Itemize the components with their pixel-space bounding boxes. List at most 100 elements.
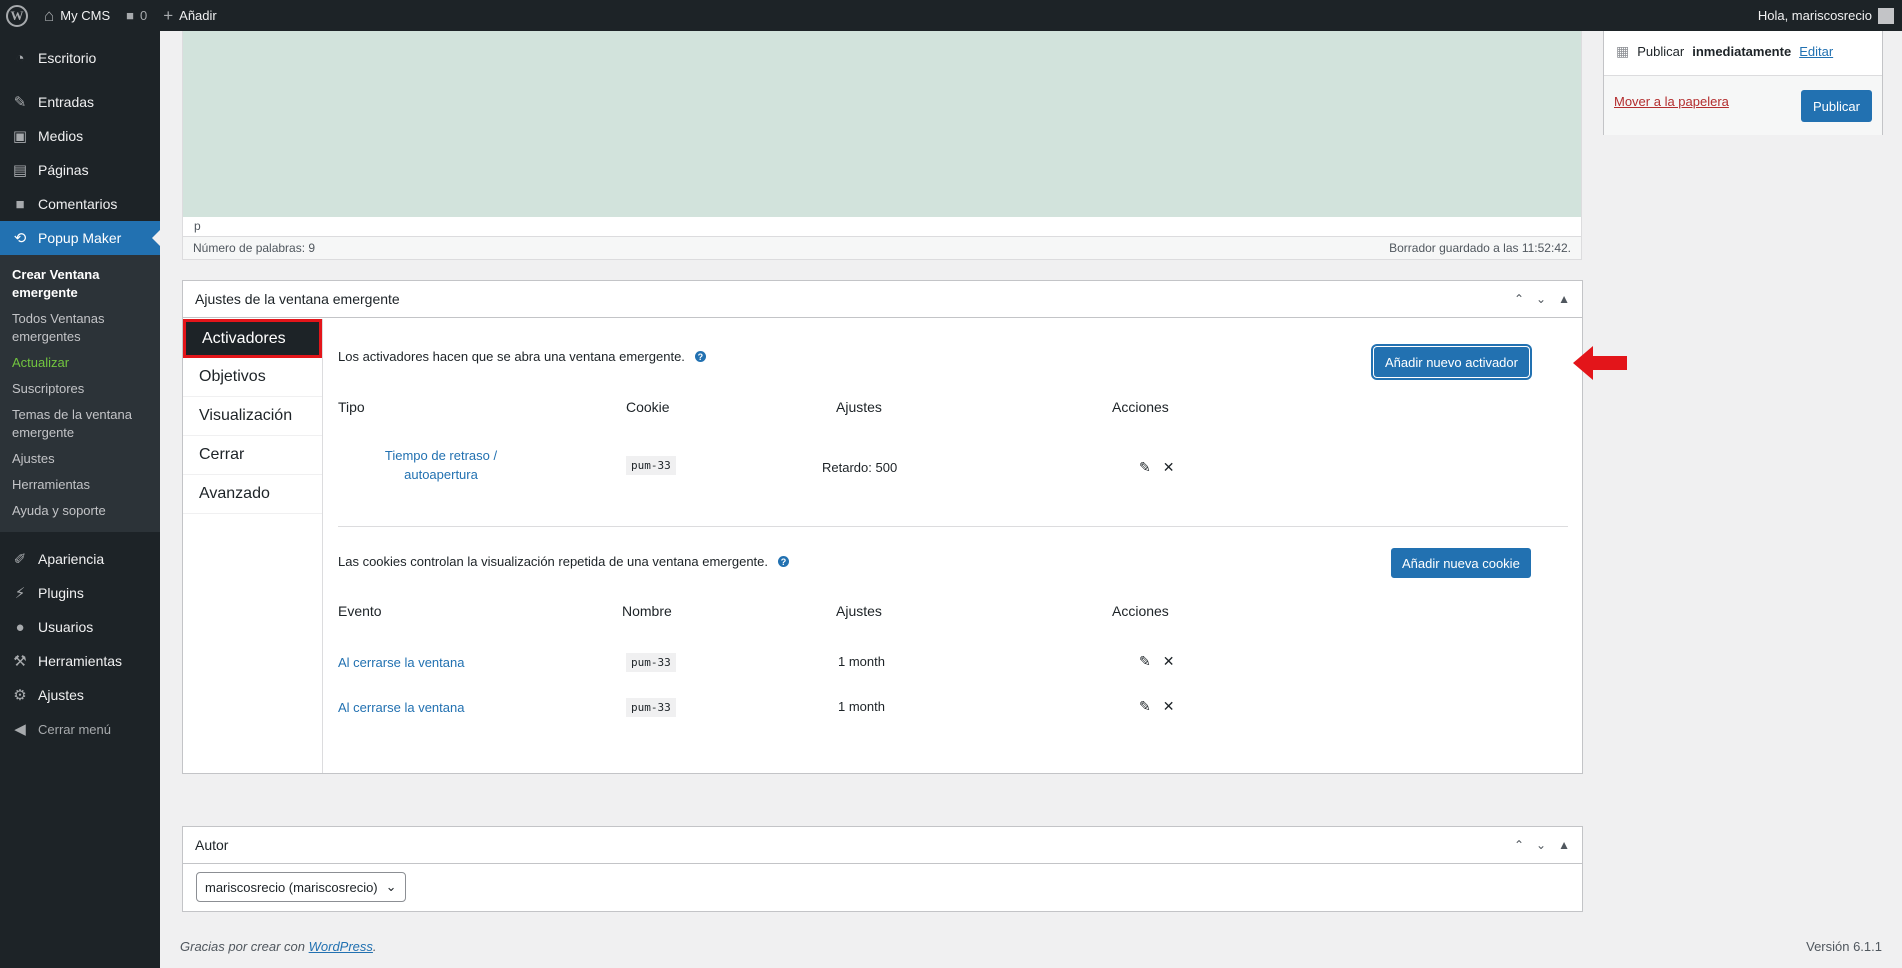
comments-link[interactable]: ■ 0 <box>118 0 155 31</box>
column-header-cookie: Cookie <box>626 399 670 415</box>
submenu-todos-ventanas[interactable]: Todos Ventanas emergentes <box>0 306 160 350</box>
trigger-type-line1: Tiempo de retraso / <box>384 448 498 463</box>
toggle-panel-icon[interactable]: ▲ <box>1558 292 1570 306</box>
edit-icon[interactable]: ✎ <box>1139 459 1151 476</box>
triggers-intro-text: Los activadores hacen que se abra una ve… <box>338 349 685 364</box>
tab-cerrar[interactable]: Cerrar <box>183 436 322 475</box>
cookies-intro-text: Las cookies controlan la visualización r… <box>338 554 768 569</box>
sidebar-item-label: Usuarios <box>38 619 94 635</box>
footer-thanks: Gracias por crear con WordPress. <box>180 939 377 954</box>
sidebar-item-herramientas[interactable]: ⚒ Herramientas <box>0 644 160 678</box>
move-down-icon[interactable]: ⌄ <box>1536 838 1546 852</box>
submenu-suscriptores[interactable]: Suscriptores <box>0 376 160 402</box>
trigger-actions: ✎ ✕ <box>1139 459 1174 476</box>
add-cookie-button[interactable]: Añadir nueva cookie <box>1391 548 1531 578</box>
media-icon: ▣ <box>12 128 28 145</box>
sidebar-item-label: Popup Maker <box>38 230 122 246</box>
edit-icon[interactable]: ✎ <box>1139 698 1151 715</box>
tab-visualizacion[interactable]: Visualización <box>183 397 322 436</box>
trigger-type-link[interactable]: Tiempo de retraso / autoapertura <box>376 446 506 484</box>
footer-thanks-text: Gracias por crear con <box>180 939 305 954</box>
submenu-temas[interactable]: Temas de la ventana emergente <box>0 402 160 446</box>
cookie-event-link[interactable]: Al cerrarse la ventana <box>338 655 464 670</box>
submenu-herramientas[interactable]: Herramientas <box>0 472 160 498</box>
move-up-icon[interactable]: ⌃ <box>1514 292 1524 306</box>
cookie-settings: 1 month <box>838 699 885 714</box>
add-trigger-button[interactable]: Añadir nuevo activador <box>1374 347 1529 377</box>
delete-icon[interactable]: ✕ <box>1163 459 1175 476</box>
settings-tabs: Activadores Objetivos Visualización Cerr… <box>183 319 323 773</box>
postbox-header: Autor ⌃ ⌄ ▲ <box>183 827 1582 864</box>
settings-icon: ⚙ <box>13 687 27 704</box>
greeting: Hola, mariscosrecio <box>1757 8 1872 23</box>
tab-activadores[interactable]: Activadores <box>183 319 322 358</box>
sidebar-item-popup-maker[interactable]: ⟲ Popup Maker <box>0 221 160 255</box>
wp-logo-menu[interactable]: W <box>0 0 36 31</box>
edit-schedule-link[interactable]: Editar <box>1799 44 1833 59</box>
sidebar-item-label: Escritorio <box>38 50 97 66</box>
postbox-controls: ⌃ ⌄ ▲ <box>1514 292 1570 306</box>
new-content-link[interactable]: + Añadir <box>155 0 225 31</box>
sidebar-item-label: Medios <box>38 128 84 144</box>
admin-sidebar: ◔ Escritorio ✎ Entradas ▣ Medios ▤ Págin… <box>0 31 160 968</box>
submenu-ajustes[interactable]: Ajustes <box>0 446 160 472</box>
pages-icon: ▤ <box>12 162 28 179</box>
cookie-name: pum-33 <box>626 698 676 717</box>
tab-objetivos[interactable]: Objetivos <box>183 358 322 397</box>
move-to-trash-link[interactable]: Mover a la papelera <box>1614 94 1729 109</box>
sidebar-item-entradas[interactable]: ✎ Entradas <box>0 85 160 119</box>
move-down-icon[interactable]: ⌄ <box>1536 292 1546 306</box>
sidebar-item-label: Herramientas <box>38 653 123 669</box>
main-content: p Número de palabras: 9 Borrador guardad… <box>160 31 1902 968</box>
sidebar-item-plugins[interactable]: ⚡ Plugins <box>0 576 160 610</box>
move-up-icon[interactable]: ⌃ <box>1514 838 1524 852</box>
submenu-ayuda[interactable]: Ayuda y soporte <box>0 498 160 524</box>
sidebar-item-comentarios[interactable]: ■ Comentarios <box>0 187 160 221</box>
popup-maker-icon: ⟲ <box>13 230 27 247</box>
draft-saved-status: Borrador guardado a las 11:52:42. <box>1389 241 1571 255</box>
cookie-event-link[interactable]: Al cerrarse la ventana <box>338 700 464 715</box>
publish-button[interactable]: Publicar <box>1801 90 1872 122</box>
help-icon[interactable]: ? <box>694 351 706 362</box>
editor-content-area[interactable] <box>182 31 1582 217</box>
site-name-link[interactable]: ⌂ My CMS <box>36 0 118 31</box>
chevron-down-icon: ⌄ <box>385 879 397 894</box>
submenu-crear-ventana[interactable]: Crear Ventana emergente <box>0 262 160 306</box>
my-account-menu[interactable]: Hola, mariscosrecio <box>1757 7 1902 24</box>
author-box: Autor ⌃ ⌄ ▲ mariscosrecio (mariscosrecio… <box>182 826 1583 912</box>
sidebar-item-ajustes[interactable]: ⚙ Ajustes <box>0 678 160 712</box>
cookie-actions: ✎ ✕ <box>1139 653 1174 670</box>
collapse-menu-label: Cerrar menú <box>38 721 111 737</box>
column-header-evento: Evento <box>338 603 382 619</box>
help-icon[interactable]: ? <box>778 556 789 567</box>
tab-avanzado[interactable]: Avanzado <box>183 475 322 514</box>
postbox-title: Autor <box>195 837 229 853</box>
collapse-menu-button[interactable]: ◀ Cerrar menú <box>0 712 160 746</box>
cookie-settings: 1 month <box>838 654 885 669</box>
delete-icon[interactable]: ✕ <box>1163 653 1175 670</box>
author-select[interactable]: mariscosrecio (mariscosrecio) ⌄ <box>196 872 406 902</box>
sidebar-item-label: Plugins <box>38 585 84 601</box>
word-count: Número de palabras: 9 <box>193 241 316 255</box>
delete-icon[interactable]: ✕ <box>1163 698 1175 715</box>
editor-status-bar: Número de palabras: 9 Borrador guardado … <box>182 237 1582 260</box>
cookie-code: pum-33 <box>626 456 676 475</box>
wordpress-link[interactable]: WordPress <box>309 939 373 954</box>
toggle-panel-icon[interactable]: ▲ <box>1558 838 1570 852</box>
sidebar-item-label: Comentarios <box>38 196 118 212</box>
sidebar-item-paginas[interactable]: ▤ Páginas <box>0 153 160 187</box>
trigger-cookie: pum-33 <box>626 456 676 475</box>
submenu-actualizar[interactable]: Actualizar <box>0 350 160 376</box>
edit-icon[interactable]: ✎ <box>1139 653 1151 670</box>
comment-icon: ■ <box>126 8 134 23</box>
sidebar-item-usuarios[interactable]: ● Usuarios <box>0 610 160 644</box>
sidebar-item-medios[interactable]: ▣ Medios <box>0 119 160 153</box>
postbox-controls: ⌃ ⌄ ▲ <box>1514 838 1570 852</box>
popup-maker-submenu: Crear Ventana emergente Todos Ventanas e… <box>0 255 160 532</box>
sidebar-item-apariencia[interactable]: ✐ Apariencia <box>0 542 160 576</box>
footer-version: Versión 6.1.1 <box>1806 939 1882 954</box>
trigger-type-line2: autoapertura <box>404 467 478 482</box>
wrench-icon: ⚒ <box>13 653 27 670</box>
sidebar-item-escritorio[interactable]: ◔ Escritorio <box>0 41 160 75</box>
author-selected-value: mariscosrecio (mariscosrecio) <box>205 879 378 895</box>
